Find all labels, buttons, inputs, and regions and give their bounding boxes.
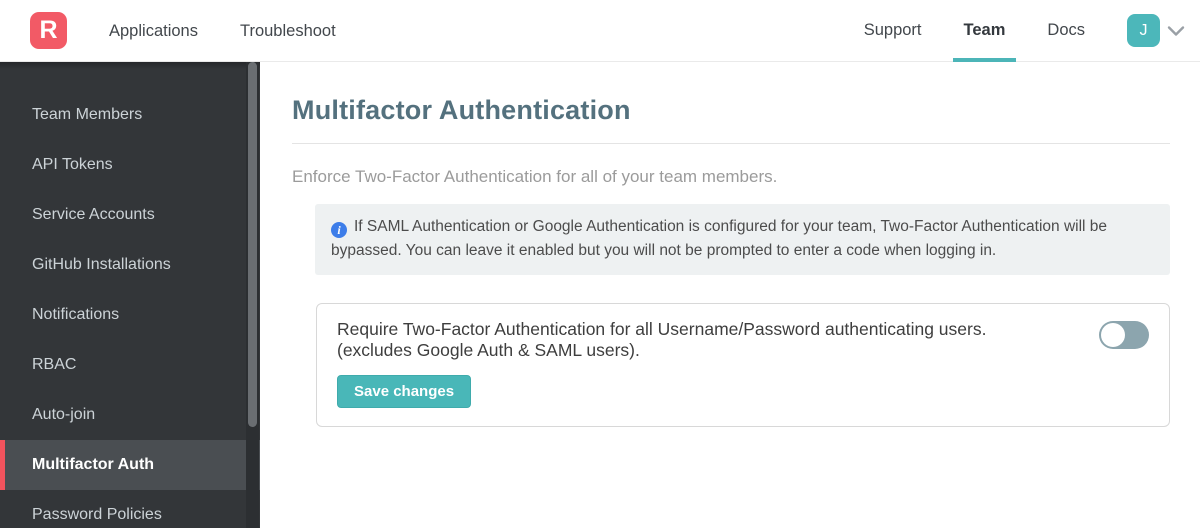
setting-label: Require Two-Factor Authentication for al…: [337, 319, 1099, 360]
sidebar-item-notifications[interactable]: Notifications: [0, 290, 260, 340]
nav-troubleshoot[interactable]: Troubleshoot: [240, 0, 336, 62]
setting-row: Require Two-Factor Authentication for al…: [337, 319, 1149, 360]
page-subtitle: Enforce Two-Factor Authentication for al…: [292, 167, 778, 186]
sidebar-item-api-tokens[interactable]: API Tokens: [0, 140, 260, 190]
secondary-nav: Support Team Docs J: [864, 0, 1185, 62]
nav-team[interactable]: Team: [952, 0, 1017, 62]
rollbar-logo[interactable]: R: [30, 12, 67, 49]
top-navbar: R Applications Troubleshoot Support Team…: [0, 0, 1200, 62]
sidebar-item-auto-join[interactable]: Auto-join: [0, 390, 260, 440]
sidebar-item-service-accounts[interactable]: Service Accounts: [0, 190, 260, 240]
info-note: i If SAML Authentication or Google Authen…: [315, 204, 1170, 276]
two-factor-toggle[interactable]: [1099, 321, 1149, 350]
sidebar-item-rbac[interactable]: RBAC: [0, 340, 260, 390]
info-note-text: If SAML Authentication or Google Authent…: [331, 218, 1108, 260]
two-factor-setting-card: Require Two-Factor Authentication for al…: [316, 303, 1170, 427]
sidebar: Team Members API Tokens Service Accounts…: [0, 62, 260, 528]
setting-label-line1: Require Two-Factor Authentication for al…: [337, 319, 987, 340]
nav-docs[interactable]: Docs: [1047, 0, 1085, 62]
title-divider: [292, 143, 1170, 144]
sidebar-item-multifactor-auth[interactable]: Multifactor Auth: [0, 440, 260, 490]
sidebar-scrollbar-thumb[interactable]: [248, 62, 257, 427]
chevron-down-icon[interactable]: [1167, 25, 1185, 37]
toggle-knob: [1101, 323, 1125, 348]
avatar[interactable]: J: [1127, 14, 1160, 47]
sidebar-item-password-policies[interactable]: Password Policies: [0, 490, 260, 528]
page-title: Multifactor Authentication: [292, 95, 631, 125]
sidebar-item-github-installations[interactable]: GitHub Installations: [0, 240, 260, 290]
save-changes-button[interactable]: Save changes: [337, 374, 472, 408]
sidebar-menu: Team Members API Tokens Service Accounts…: [0, 62, 260, 528]
info-icon: i: [331, 222, 347, 239]
setting-label-line2: (excludes Google Auth & SAML users).: [337, 339, 640, 360]
user-menu[interactable]: J: [1127, 0, 1185, 61]
nav-applications[interactable]: Applications: [109, 0, 198, 62]
primary-nav: Applications Troubleshoot: [109, 0, 336, 61]
rollbar-logo-letter: R: [39, 16, 58, 44]
nav-support[interactable]: Support: [864, 0, 922, 62]
sidebar-item-team-members[interactable]: Team Members: [0, 90, 260, 140]
main-content: Multifactor Authentication Enforce Two-F…: [260, 62, 1200, 528]
